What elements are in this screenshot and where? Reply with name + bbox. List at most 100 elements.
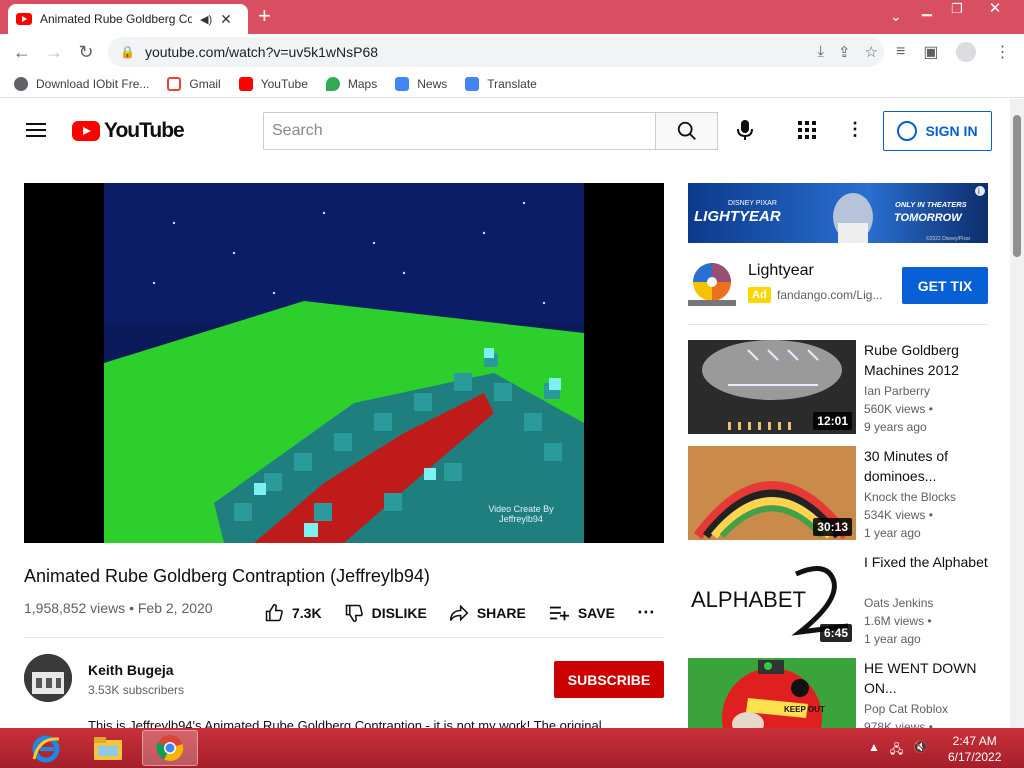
- browser-toolbar: ← → ↻ 🔒 youtube.com/watch?v=uv5k1wNsP68 …: [0, 34, 1024, 70]
- apps-grid-icon[interactable]: [798, 121, 816, 139]
- media-control-icon[interactable]: ≡: [896, 43, 905, 61]
- install-app-icon[interactable]: ⤓: [817, 43, 824, 61]
- restore-button[interactable]: ❐: [942, 0, 972, 20]
- browser-tab[interactable]: Animated Rube Goldberg Co ◀) ✕: [8, 4, 248, 34]
- bookmarks-bar: Download IObit Fre... Gmail YouTube Maps…: [0, 70, 1024, 98]
- chrome-taskbar-icon[interactable]: [142, 730, 198, 766]
- menu-hamburger-icon[interactable]: [26, 123, 46, 137]
- address-bar[interactable]: 🔒 youtube.com/watch?v=uv5k1wNsP68 ⤓ ⇪ ☆: [108, 37, 884, 67]
- bookmark-maps[interactable]: Maps: [325, 76, 377, 91]
- clock-time: 2:47 AM: [952, 734, 997, 748]
- recommendation-item[interactable]: ALPHABET 6:45 I Fixed the Alphabet Oats …: [688, 552, 998, 646]
- system-clock[interactable]: 2:47 AM 6/17/2022: [948, 733, 1001, 765]
- recommendation-age: 1 year ago: [864, 526, 921, 540]
- recommendation-title[interactable]: I Fixed the Alphabet: [864, 552, 992, 572]
- recommendation-item[interactable]: 12:01 Rube Goldberg Machines 2012 Ian Pa…: [688, 340, 998, 434]
- recommendation-item[interactable]: 30:13 30 Minutes of dominoes... Knock th…: [688, 446, 998, 540]
- youtube-masthead: YouTube ⋮ SIGN IN: [0, 99, 1010, 161]
- globe-icon: [14, 76, 28, 91]
- ad-banner-image[interactable]: DISNEY PIXAR LIGHTYEAR ONLY IN THEATERS …: [688, 183, 988, 243]
- recommendation-channel[interactable]: Ian Parberry: [864, 384, 930, 398]
- show-hidden-icons-icon[interactable]: ▲: [868, 740, 880, 761]
- recommendation-views: 1.6M views •: [864, 614, 932, 628]
- back-arrow-icon[interactable]: ←: [6, 42, 38, 63]
- new-tab-button[interactable]: +: [258, 5, 271, 27]
- network-icon[interactable]: 🖧: [890, 740, 903, 761]
- translate-icon: [465, 76, 480, 91]
- youtube-play-icon: [72, 121, 100, 141]
- window-close-button[interactable]: ✕: [972, 0, 1018, 20]
- share-button[interactable]: SHARE: [449, 603, 526, 623]
- channel-avatar[interactable]: [24, 654, 72, 702]
- bookmark-iobit[interactable]: Download IObit Fre...: [14, 76, 149, 91]
- lock-icon[interactable]: 🔒: [120, 45, 135, 59]
- profile-avatar-icon[interactable]: [956, 42, 977, 62]
- bookmark-translate[interactable]: Translate: [465, 76, 537, 91]
- search-icon: [677, 121, 696, 140]
- save-button[interactable]: SAVE: [548, 603, 615, 623]
- recommendation-views: 560K views •: [864, 402, 933, 416]
- search-button[interactable]: [656, 112, 718, 150]
- video-thumbnail[interactable]: 12:01: [688, 340, 856, 434]
- search-input[interactable]: [263, 112, 656, 150]
- more-actions-icon[interactable]: ⋯: [637, 602, 655, 623]
- volume-muted-icon[interactable]: 🔇: [913, 740, 928, 761]
- tab-close-icon[interactable]: ✕: [220, 11, 232, 28]
- windows-taskbar: ▲ 🖧 🔇 2:47 AM 6/17/2022: [0, 728, 1024, 768]
- video-thumbnail[interactable]: ALPHABET 6:45: [688, 552, 856, 646]
- share-arrow-icon: [449, 604, 469, 621]
- gmail-icon: [167, 76, 182, 91]
- reload-icon[interactable]: ↻: [70, 42, 102, 63]
- ad-card[interactable]: Lightyear Ad fandango.com/Lig... GET TIX: [688, 258, 988, 318]
- playlist-add-icon: [549, 606, 569, 620]
- ad-title[interactable]: Lightyear: [748, 262, 814, 280]
- recommendation-title[interactable]: 30 Minutes of dominoes...: [864, 446, 992, 486]
- ad-banner-copyright: ©2022 Disney/Pixar: [926, 235, 971, 242]
- ad-thumbnail[interactable]: [688, 258, 736, 306]
- audio-playing-icon[interactable]: ◀): [200, 13, 212, 26]
- user-circle-icon: [897, 121, 918, 141]
- like-button[interactable]: 7.3K: [264, 603, 322, 623]
- thumbs-up-icon: [265, 603, 283, 621]
- video-duration: 12:01: [813, 412, 852, 430]
- forward-arrow-icon[interactable]: →: [38, 42, 70, 63]
- settings-kebab-icon[interactable]: ⋮: [846, 119, 864, 140]
- file-explorer-icon[interactable]: [80, 730, 136, 766]
- subscribe-button[interactable]: SUBSCRIBE: [554, 661, 664, 698]
- share-page-icon[interactable]: ⇪: [838, 43, 851, 61]
- bookmark-star-icon[interactable]: ☆: [865, 43, 878, 61]
- ad-banner-title: LIGHTYEAR: [694, 208, 781, 225]
- get-tickets-button[interactable]: GET TIX: [902, 267, 988, 304]
- ad-badge: Ad: [748, 287, 771, 303]
- tab-search-chevron-icon[interactable]: ⌄: [890, 8, 902, 25]
- minimize-button[interactable]: ▁: [912, 0, 942, 20]
- dislike-button[interactable]: DISLIKE: [344, 603, 427, 623]
- url-text[interactable]: youtube.com/watch?v=uv5k1wNsP68: [145, 44, 378, 60]
- recommendation-channel[interactable]: Oats Jenkins: [864, 596, 933, 610]
- ad-url[interactable]: fandango.com/Lig...: [777, 288, 882, 302]
- thumbnail-text: KEEP OUT: [784, 705, 825, 714]
- chrome-menu-icon[interactable]: ⋮: [994, 42, 1010, 62]
- recommendation-age: 9 years ago: [864, 420, 927, 434]
- video-actions: 7.3K DISLIKE SHARE SAVE ⋯: [264, 602, 655, 623]
- bookmark-youtube[interactable]: YouTube: [238, 76, 308, 91]
- video-views-date: 1,958,852 views • Feb 2, 2020: [24, 600, 213, 616]
- microphone-icon[interactable]: [735, 119, 755, 146]
- channel-name[interactable]: Keith Bugeja: [88, 662, 174, 678]
- recommendation-title[interactable]: HE WENT DOWN ON...: [864, 658, 992, 698]
- youtube-wordmark: YouTube: [104, 119, 185, 142]
- scrollbar-thumb[interactable]: [1013, 115, 1021, 257]
- bookmark-news[interactable]: News: [395, 76, 447, 91]
- recommendation-channel[interactable]: Pop Cat Roblox: [864, 702, 948, 716]
- recommendation-channel[interactable]: Knock the Blocks: [864, 490, 956, 504]
- sign-in-button[interactable]: SIGN IN: [883, 111, 992, 151]
- bookmark-gmail[interactable]: Gmail: [167, 76, 221, 91]
- video-thumbnail[interactable]: 30:13: [688, 446, 856, 540]
- subscriber-count: 3.53K subscribers: [88, 683, 185, 697]
- side-panel-icon[interactable]: ▣: [923, 42, 938, 62]
- page-scrollbar[interactable]: [1010, 99, 1024, 729]
- internet-explorer-icon[interactable]: [18, 730, 74, 766]
- video-player[interactable]: Video Create By Jeffreylb94: [24, 183, 664, 543]
- youtube-logo[interactable]: YouTube: [72, 119, 185, 143]
- recommendation-title[interactable]: Rube Goldberg Machines 2012: [864, 340, 992, 380]
